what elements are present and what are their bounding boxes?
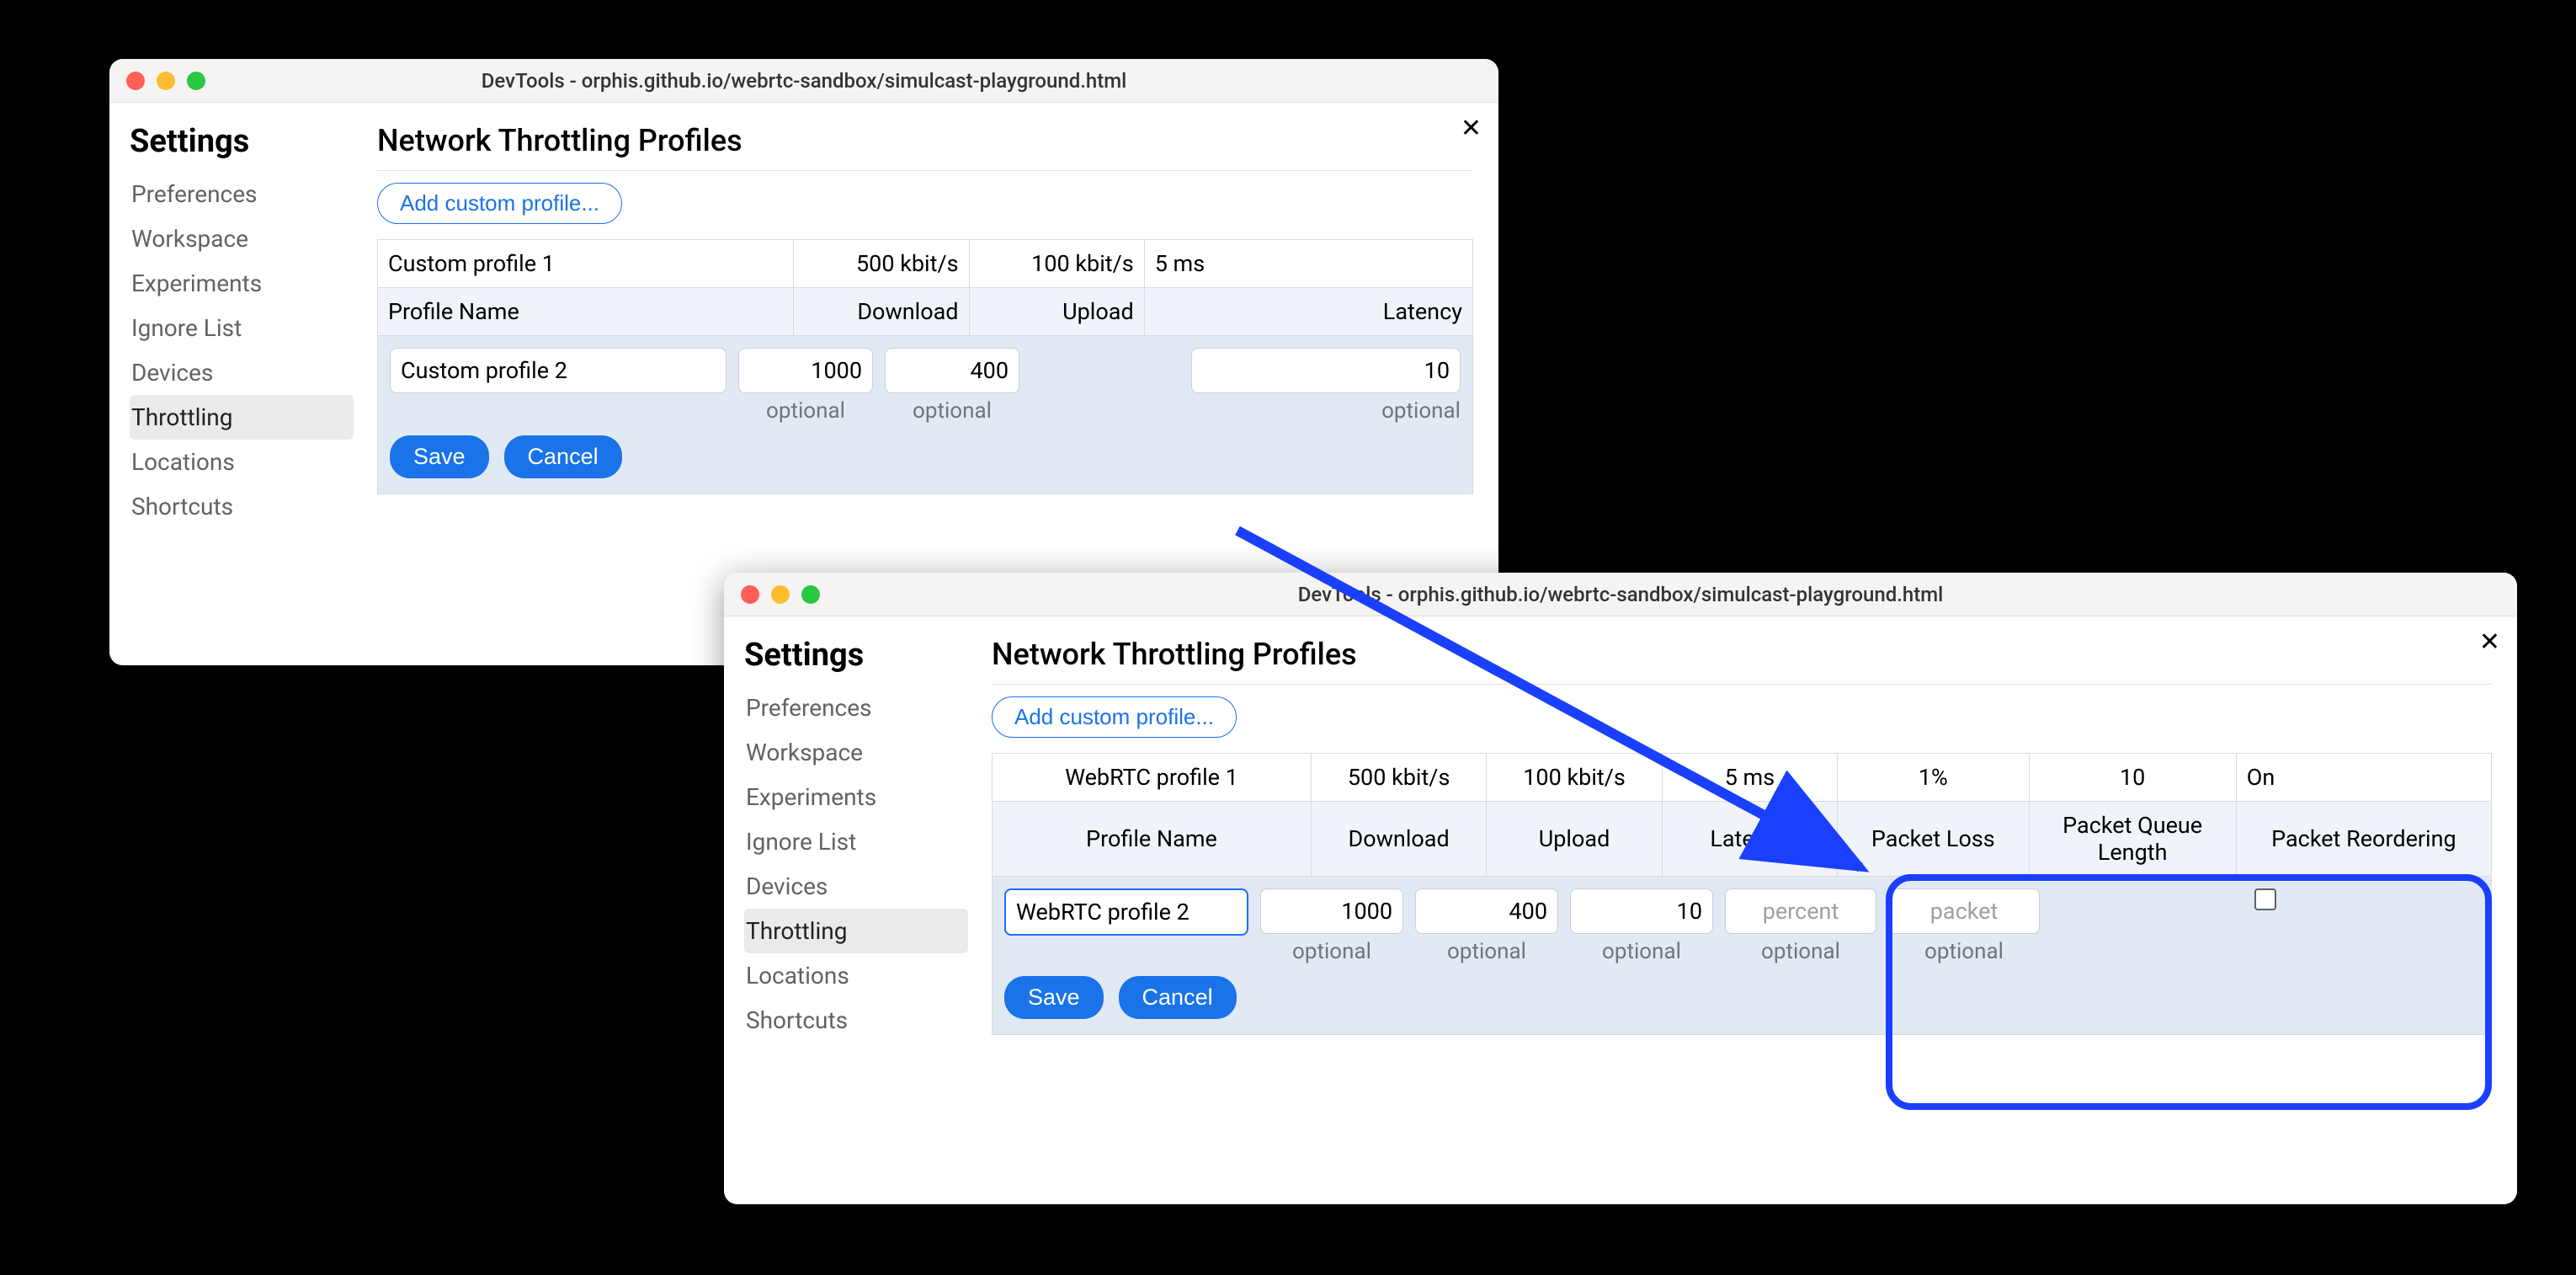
cell-profile-name: Custom profile 1: [378, 240, 794, 288]
close-window-icon[interactable]: [741, 585, 759, 604]
col-latency: Latency: [1662, 802, 1837, 877]
divider: [377, 170, 1473, 171]
sidebar-item-shortcuts[interactable]: Shortcuts: [744, 998, 968, 1043]
download-input[interactable]: 1000: [1260, 888, 1403, 934]
sidebar-heading: Settings: [130, 123, 354, 160]
latency-input[interactable]: 10: [1570, 888, 1713, 934]
sidebar-item-experiments[interactable]: Experiments: [744, 775, 968, 819]
profile-name-input[interactable]: Custom profile 2: [390, 348, 726, 393]
save-button[interactable]: Save: [1004, 976, 1104, 1019]
cell-latency: 5 ms: [1144, 240, 1472, 288]
col-packet-loss: Packet Loss: [1838, 802, 2029, 877]
sidebar-item-workspace[interactable]: Workspace: [130, 216, 354, 261]
minimize-window-icon[interactable]: [157, 72, 175, 90]
optional-label: optional: [1924, 939, 2004, 964]
traffic-lights: [741, 585, 820, 604]
col-packet-reorder: Packet Reordering: [2236, 802, 2491, 877]
upload-input[interactable]: 400: [1415, 888, 1558, 934]
edit-profile-section: Custom profile 2 1000 optional 400 optio…: [377, 336, 1473, 494]
minimize-window-icon[interactable]: [771, 585, 790, 604]
add-custom-profile-button[interactable]: Add custom profile...: [992, 696, 1237, 738]
cell-upload: 100 kbit/s: [1487, 754, 1662, 802]
sidebar-item-preferences[interactable]: Preferences: [744, 686, 968, 730]
optional-label: optional: [1447, 939, 1526, 964]
sidebar-item-ignore-list[interactable]: Ignore List: [130, 306, 354, 350]
col-download: Download: [794, 288, 969, 336]
window-title: DevTools - orphis.github.io/webrtc-sandb…: [482, 69, 1127, 93]
cancel-button[interactable]: Cancel: [1119, 976, 1237, 1019]
latency-input[interactable]: 10: [1191, 348, 1461, 393]
col-upload: Upload: [1487, 802, 1662, 877]
close-icon[interactable]: ✕: [1461, 116, 1482, 141]
titlebar: DevTools - orphis.github.io/webrtc-sandb…: [109, 59, 1498, 103]
optional-label: optional: [1381, 398, 1461, 424]
sidebar-item-locations[interactable]: Locations: [130, 440, 354, 484]
sidebar-item-locations[interactable]: Locations: [744, 953, 968, 998]
edit-profile-section: WebRTC profile 2 1000 optional 400 optio…: [992, 877, 2492, 1035]
table-row[interactable]: Custom profile 1 500 kbit/s 100 kbit/s 5…: [378, 240, 1473, 288]
download-input[interactable]: 1000: [738, 348, 873, 393]
sidebar-item-shortcuts[interactable]: Shortcuts: [130, 484, 354, 529]
packet-queue-input[interactable]: packet: [1888, 888, 2040, 934]
sidebar-item-throttling[interactable]: Throttling: [130, 395, 354, 440]
profiles-table: WebRTC profile 1 500 kbit/s 100 kbit/s 5…: [992, 753, 2492, 877]
cell-packet-queue: 10: [2029, 754, 2236, 802]
close-icon[interactable]: ✕: [2479, 630, 2500, 655]
cell-packet-reorder: On: [2236, 754, 2491, 802]
col-upload: Upload: [969, 288, 1144, 336]
table-row[interactable]: WebRTC profile 1 500 kbit/s 100 kbit/s 5…: [993, 754, 2492, 802]
settings-sidebar: Settings Preferences Workspace Experimen…: [109, 103, 354, 665]
maximize-window-icon[interactable]: [187, 72, 205, 90]
sidebar-heading: Settings: [744, 637, 968, 674]
packet-reorder-checkbox[interactable]: [2254, 888, 2276, 910]
add-custom-profile-button[interactable]: Add custom profile...: [377, 183, 622, 224]
save-button[interactable]: Save: [390, 435, 489, 478]
sidebar-item-preferences[interactable]: Preferences: [130, 172, 354, 216]
col-profile-name: Profile Name: [993, 802, 1312, 877]
sidebar-item-throttling[interactable]: Throttling: [744, 909, 968, 953]
cancel-button[interactable]: Cancel: [504, 435, 622, 478]
cell-packet-loss: 1%: [1838, 754, 2029, 802]
profile-name-input[interactable]: WebRTC profile 2: [1004, 888, 1248, 936]
col-profile-name: Profile Name: [378, 288, 794, 336]
cell-download: 500 kbit/s: [1311, 754, 1486, 802]
sidebar-item-ignore-list[interactable]: Ignore List: [744, 819, 968, 864]
optional-label: optional: [1761, 939, 1840, 964]
col-packet-queue: Packet Queue Length: [2029, 802, 2236, 877]
sidebar-item-devices[interactable]: Devices: [744, 864, 968, 909]
divider: [992, 684, 2492, 685]
sidebar-item-devices[interactable]: Devices: [130, 350, 354, 395]
cell-upload: 100 kbit/s: [969, 240, 1144, 288]
page-title: Network Throttling Profiles: [992, 637, 2492, 672]
cell-latency: 5 ms: [1662, 754, 1837, 802]
cell-download: 500 kbit/s: [794, 240, 969, 288]
traffic-lights: [126, 72, 205, 90]
optional-label: optional: [913, 398, 992, 424]
optional-label: optional: [1602, 939, 1681, 964]
page-title: Network Throttling Profiles: [377, 123, 1473, 158]
sidebar-item-experiments[interactable]: Experiments: [130, 261, 354, 306]
settings-sidebar: Settings Preferences Workspace Experimen…: [724, 616, 968, 1204]
devtools-window-new: DevTools - orphis.github.io/webrtc-sandb…: [724, 573, 2517, 1204]
optional-label: optional: [1292, 939, 1371, 964]
maximize-window-icon[interactable]: [801, 585, 820, 604]
packet-loss-input[interactable]: percent: [1725, 888, 1876, 934]
main-panel: Network Throttling Profiles Add custom p…: [968, 616, 2517, 1204]
optional-label: optional: [766, 398, 845, 424]
titlebar: DevTools - orphis.github.io/webrtc-sandb…: [724, 573, 2517, 616]
window-title: DevTools - orphis.github.io/webrtc-sandb…: [1298, 583, 1944, 606]
close-window-icon[interactable]: [126, 72, 145, 90]
col-latency: Latency: [1144, 288, 1472, 336]
col-download: Download: [1311, 802, 1486, 877]
upload-input[interactable]: 400: [885, 348, 1019, 393]
profiles-table: Custom profile 1 500 kbit/s 100 kbit/s 5…: [377, 239, 1473, 336]
sidebar-item-workspace[interactable]: Workspace: [744, 730, 968, 775]
cell-profile-name: WebRTC profile 1: [993, 754, 1312, 802]
